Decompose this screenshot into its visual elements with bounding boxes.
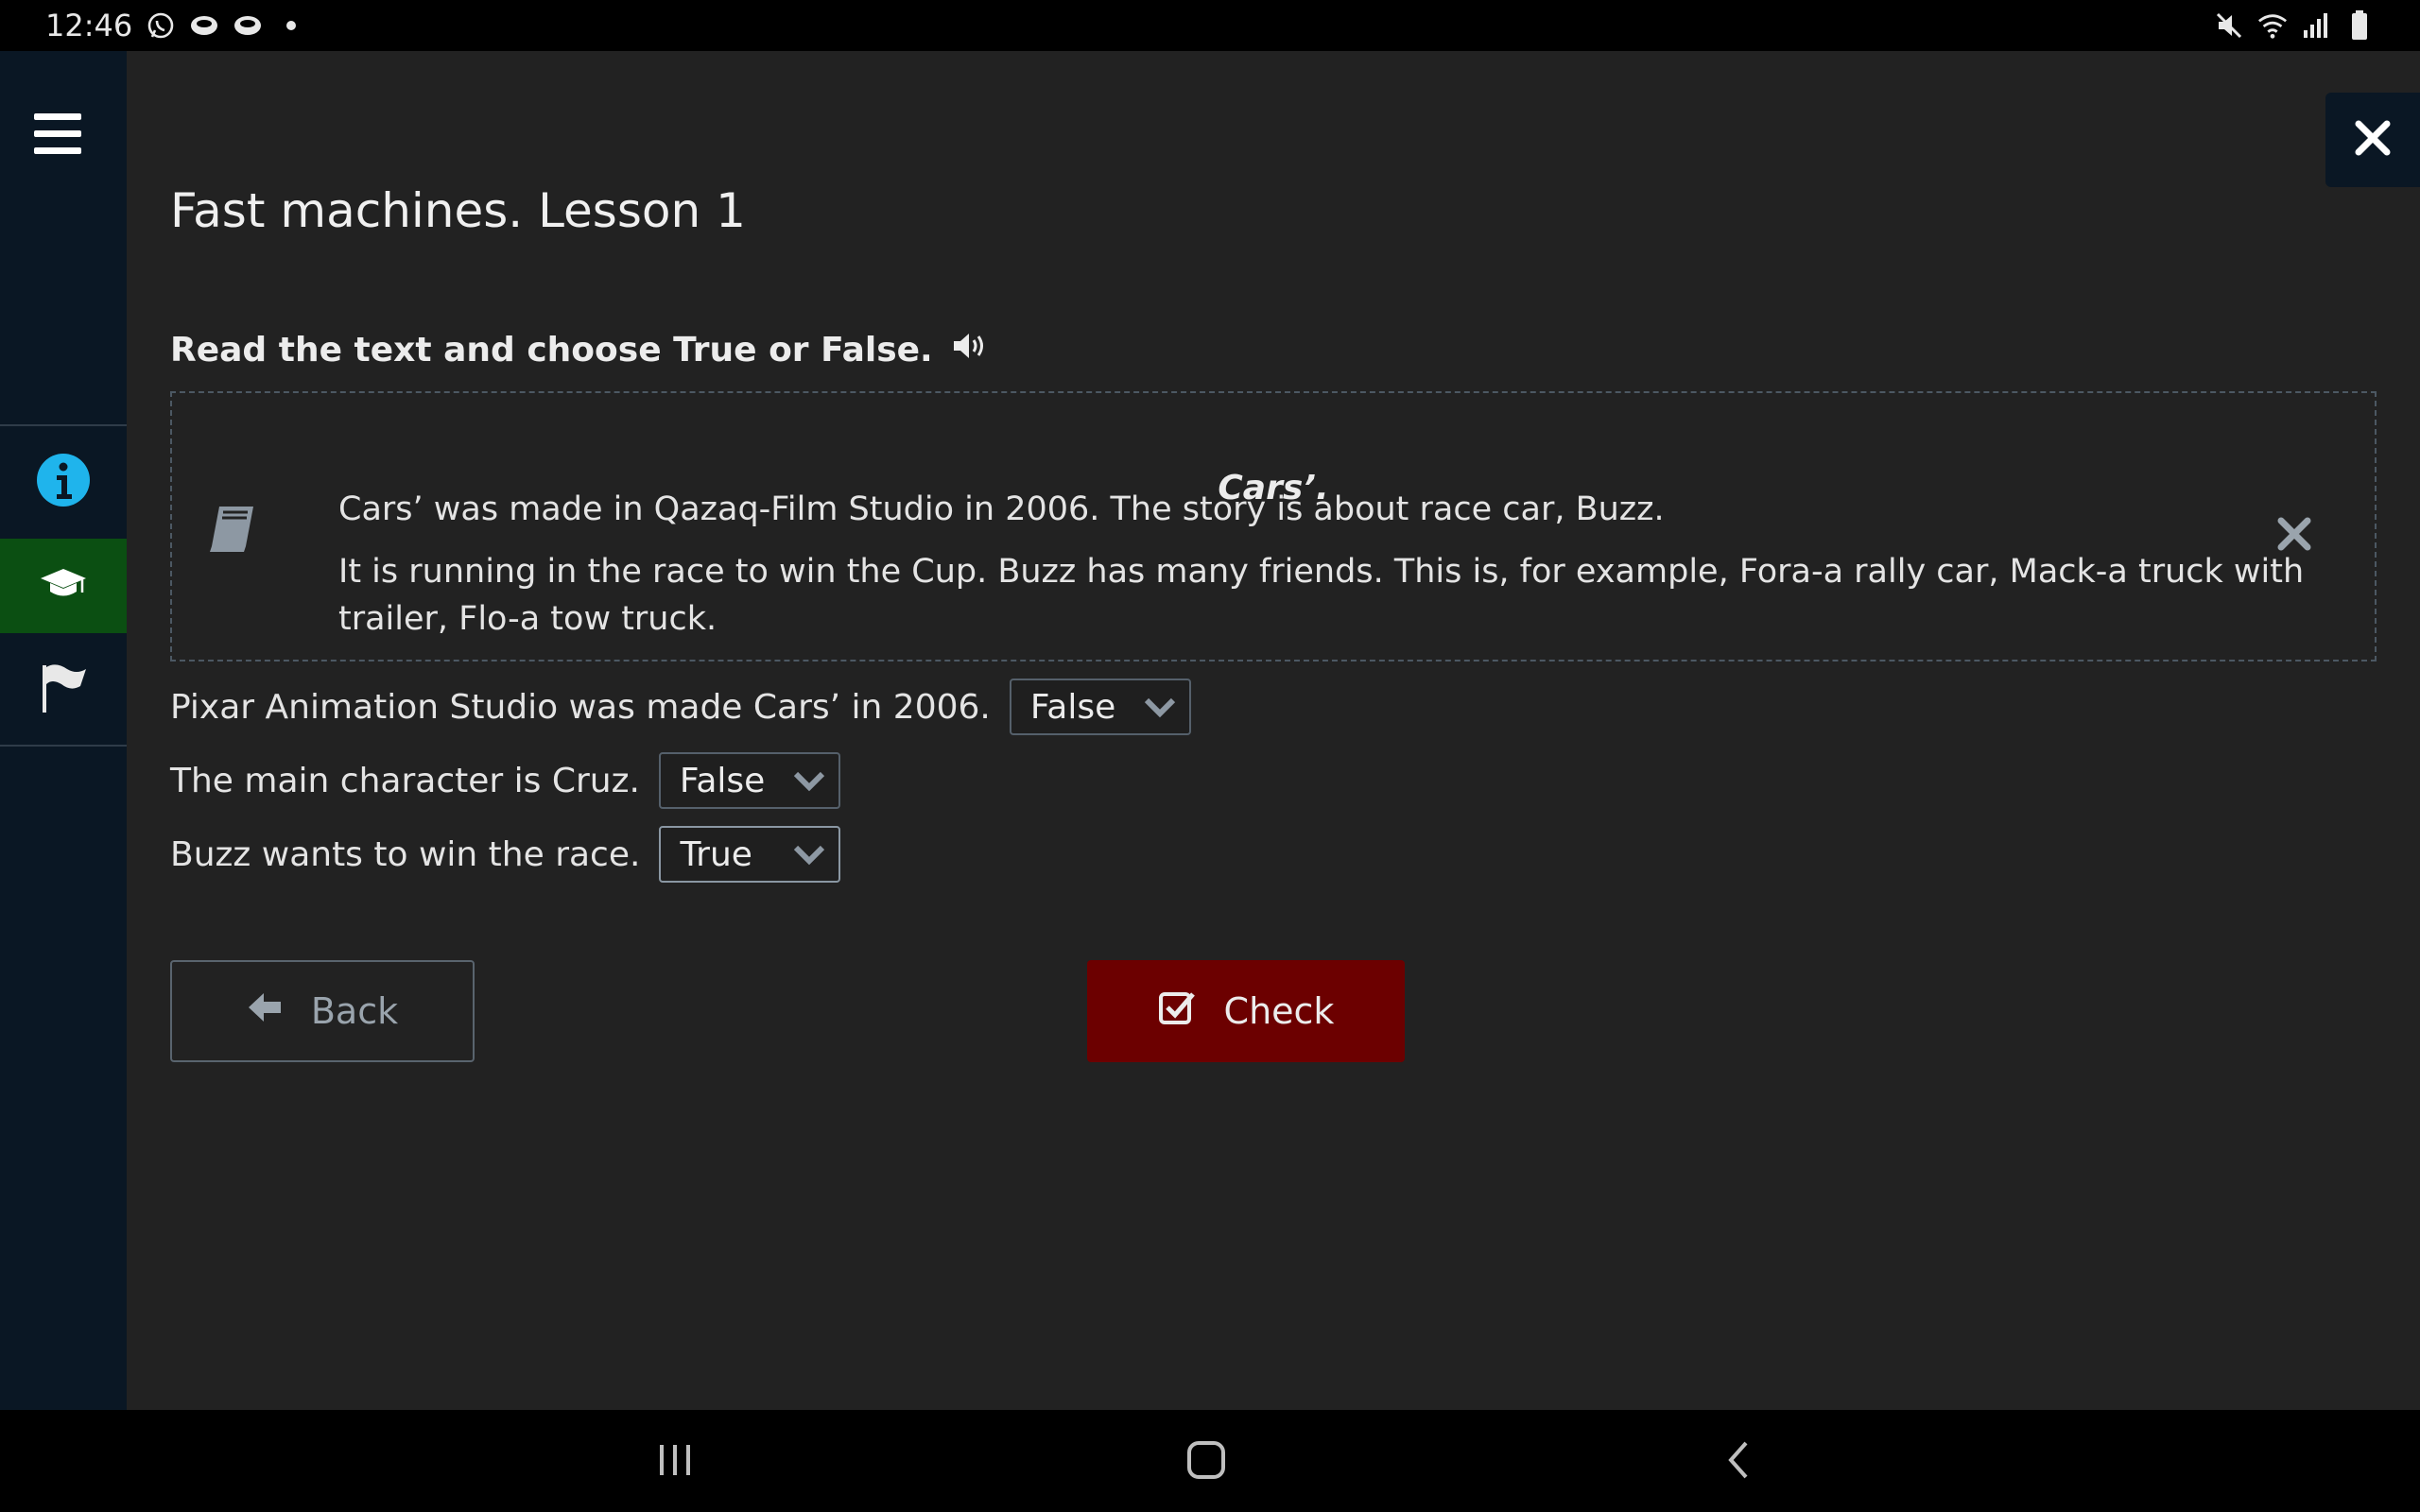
instruction-text: Read the text and choose True or False. bbox=[170, 331, 933, 369]
question-text: Pixar Animation Studio was made Cars’ in… bbox=[170, 687, 991, 727]
recent-apps-button[interactable] bbox=[637, 1429, 713, 1495]
status-bar: 12:46 bbox=[0, 0, 2420, 51]
page-title: Fast machines. Lesson 1 bbox=[170, 183, 746, 238]
system-navigation-bar bbox=[0, 1410, 2420, 1512]
answer-select[interactable]: True bbox=[659, 826, 841, 883]
notification-icon bbox=[189, 10, 219, 41]
close-text-button[interactable] bbox=[2271, 512, 2318, 559]
answer-select[interactable]: False bbox=[658, 752, 840, 809]
question-text: The main character is Cruz. bbox=[170, 761, 640, 800]
checkbox-checked-icon bbox=[1158, 988, 1196, 1035]
wifi-icon bbox=[2257, 10, 2288, 41]
back-button[interactable]: Back bbox=[170, 960, 475, 1062]
sidebar-item-lessons[interactable] bbox=[0, 539, 127, 633]
speaker-icon[interactable] bbox=[952, 331, 988, 369]
info-icon bbox=[36, 453, 91, 511]
graduation-cap-icon bbox=[40, 567, 87, 605]
close-lesson-button[interactable] bbox=[2325, 93, 2420, 187]
sidebar-item-flag[interactable] bbox=[0, 643, 127, 737]
reading-text-box: Cars’. Cars’ was made in Qazaq-Film Stud… bbox=[170, 391, 2377, 662]
selected-value: False bbox=[1029, 687, 1116, 727]
text-body: Cars’ was made in Qazaq-Film Studio in 2… bbox=[338, 486, 2371, 643]
main-content: Fast machines. Lesson 1 Read the text an… bbox=[127, 51, 2420, 1410]
chevron-down-icon bbox=[793, 835, 825, 874]
sidebar-divider bbox=[0, 745, 127, 747]
text-paragraph: Cars’ was made in Qazaq-Film Studio in 2… bbox=[338, 490, 1665, 528]
notification-icon bbox=[233, 10, 263, 41]
question-text: Buzz wants to win the race. bbox=[170, 834, 641, 874]
text-paragraph: It is running in the race to win the Cup… bbox=[338, 553, 2305, 638]
sidebar-divider bbox=[0, 424, 127, 426]
flag-icon bbox=[39, 662, 88, 718]
system-back-button[interactable] bbox=[1700, 1429, 1775, 1495]
arrow-left-icon bbox=[247, 990, 283, 1032]
home-icon bbox=[1185, 1439, 1227, 1485]
home-button[interactable] bbox=[1168, 1429, 1244, 1495]
question-row: Pixar Animation Studio was made Cars’ in… bbox=[170, 679, 1191, 735]
book-icon bbox=[206, 503, 259, 556]
chevron-down-icon bbox=[793, 762, 825, 800]
selected-value: True bbox=[680, 834, 752, 874]
chevron-down-icon bbox=[1144, 688, 1176, 727]
answer-select[interactable]: False bbox=[1009, 679, 1191, 735]
check-button-label: Check bbox=[1223, 990, 1335, 1032]
sidebar-item-info[interactable] bbox=[0, 435, 127, 529]
chevron-left-icon bbox=[1723, 1439, 1752, 1485]
mute-icon bbox=[2214, 10, 2244, 41]
recent-apps-icon bbox=[656, 1441, 694, 1483]
instruction: Read the text and choose True or False. bbox=[170, 331, 988, 369]
question-row: Buzz wants to win the race. True bbox=[170, 826, 841, 883]
status-time: 12:46 bbox=[45, 8, 133, 43]
check-button[interactable]: Check bbox=[1087, 960, 1405, 1062]
whatsapp-icon bbox=[146, 10, 176, 41]
sidebar bbox=[0, 51, 127, 1410]
selected-value: False bbox=[679, 761, 766, 800]
signal-icon bbox=[2301, 10, 2331, 41]
question-row: The main character is Cruz. False bbox=[170, 752, 840, 809]
close-icon bbox=[2276, 516, 2312, 556]
close-icon bbox=[2354, 119, 2392, 161]
hamburger-menu-icon[interactable] bbox=[34, 113, 93, 161]
dot-icon bbox=[276, 10, 306, 41]
battery-icon bbox=[2344, 10, 2375, 41]
back-button-label: Back bbox=[310, 990, 399, 1032]
